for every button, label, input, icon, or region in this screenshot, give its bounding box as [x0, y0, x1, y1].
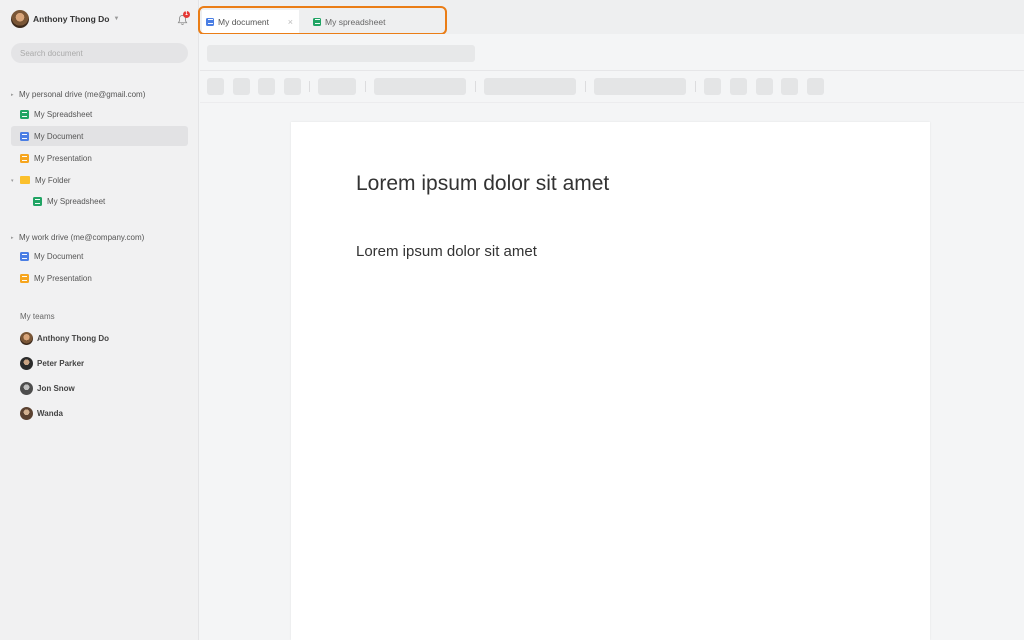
team-member-name: Wanda — [37, 409, 63, 418]
toolbar-dropdown[interactable] — [374, 78, 466, 95]
notification-bell-icon[interactable]: 1 — [177, 11, 190, 25]
chevron-down-icon: ▼ — [113, 16, 120, 22]
toolbar-button[interactable] — [704, 78, 721, 95]
toolbar-button[interactable] — [756, 78, 773, 95]
toolbar-dropdown[interactable] — [318, 78, 356, 95]
toolbar-button[interactable] — [284, 78, 301, 95]
sidebar-item-label: My Document — [34, 251, 84, 261]
search-input[interactable] — [11, 43, 188, 63]
avatar — [20, 332, 33, 345]
document-icon — [20, 251, 29, 261]
toolbar-button[interactable] — [258, 78, 275, 95]
sidebar-item-my-folder[interactable]: My Folder — [11, 170, 188, 190]
spreadsheet-icon — [20, 109, 29, 119]
drive-personal-header[interactable]: ▸ My personal drive (me@gmail.com) — [11, 90, 145, 99]
team-member-name: Jon Snow — [37, 384, 75, 393]
sidebar-item-my-spreadsheet[interactable]: My Spreadsheet — [11, 104, 188, 124]
document-icon — [20, 131, 29, 141]
folder-icon — [20, 176, 30, 184]
presentation-icon — [20, 273, 29, 283]
toolbar-button[interactable] — [207, 78, 224, 95]
toolbar-dropdown[interactable] — [484, 78, 576, 95]
caret-icon: ▸ — [11, 234, 14, 241]
sidebar-item-my-presentation[interactable]: My Presentation — [11, 148, 188, 168]
avatar — [20, 382, 33, 395]
presentation-icon — [20, 153, 29, 163]
toolbar-button[interactable] — [807, 78, 824, 95]
teams-title: My teams — [20, 312, 55, 321]
sidebar-item-my-document[interactable]: My Document — [11, 126, 188, 146]
divider — [200, 70, 1024, 71]
document-page[interactable]: Lorem ipsum dolor sit amet Lorem ipsum d… — [291, 122, 930, 640]
document-paragraph[interactable]: Lorem ipsum dolor sit amet — [356, 243, 537, 260]
toolbar-separator — [585, 81, 586, 92]
divider — [200, 102, 1024, 103]
avatar — [11, 10, 29, 28]
toolbar-dropdown[interactable] — [594, 78, 686, 95]
toolbar-button[interactable] — [233, 78, 250, 95]
sidebar-item-label: My Spreadsheet — [34, 109, 93, 119]
caret-icon: ▸ — [11, 91, 14, 98]
toolbar-button[interactable] — [730, 78, 747, 95]
spreadsheet-icon — [33, 196, 42, 206]
sidebar-item-label: My Spreadsheet — [47, 196, 106, 206]
document-title-placeholder[interactable] — [207, 45, 475, 62]
drive-label: My work drive (me@company.com) — [19, 233, 145, 242]
team-member[interactable]: Wanda — [20, 407, 63, 420]
toolbar-separator — [365, 81, 366, 92]
sidebar-item-label: My Folder — [35, 175, 71, 185]
sidebar-item-work-document[interactable]: My Document — [11, 246, 188, 266]
team-member-name: Peter Parker — [37, 359, 85, 368]
tabs-highlight-frame — [198, 6, 447, 35]
sidebar-item-label: My Presentation — [34, 153, 92, 163]
notification-badge: 1 — [183, 11, 190, 18]
team-member-name: Anthony Thong Do — [37, 334, 109, 343]
avatar — [20, 357, 33, 370]
document-heading[interactable]: Lorem ipsum dolor sit amet — [356, 172, 609, 196]
avatar — [20, 407, 33, 420]
sidebar-item-work-presentation[interactable]: My Presentation — [11, 268, 188, 288]
toolbar-separator — [309, 81, 310, 92]
toolbar-separator — [695, 81, 696, 92]
sidebar-item-folder-spreadsheet[interactable]: My Spreadsheet — [11, 191, 188, 211]
toolbar-separator — [475, 81, 476, 92]
drive-work-header[interactable]: ▸ My work drive (me@company.com) — [11, 233, 144, 242]
sidebar-item-label: My Document — [34, 131, 84, 141]
sidebar-item-label: My Presentation — [34, 273, 92, 283]
team-member[interactable]: Peter Parker — [20, 357, 84, 370]
team-member[interactable]: Jon Snow — [20, 382, 75, 395]
team-member[interactable]: Anthony Thong Do — [20, 332, 109, 345]
drive-label: My personal drive (me@gmail.com) — [19, 90, 146, 99]
user-name: Anthony Thong Do — [33, 14, 110, 24]
toolbar-button[interactable] — [781, 78, 798, 95]
user-menu[interactable]: Anthony Thong Do ▼ — [11, 10, 119, 28]
